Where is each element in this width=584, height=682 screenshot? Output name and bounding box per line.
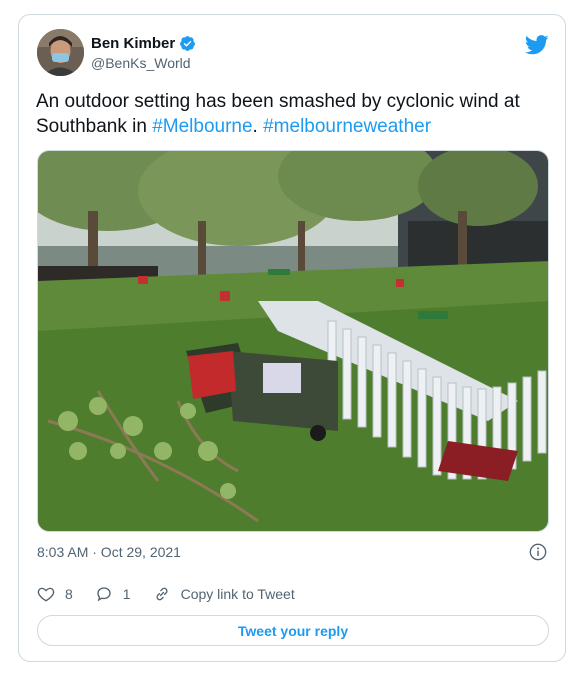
- tweet-timestamp[interactable]: 8:03 AM · Oct 29, 2021: [37, 544, 181, 560]
- link-icon: [156, 587, 168, 601]
- like-count: 8: [65, 586, 73, 602]
- avatar[interactable]: [37, 29, 84, 76]
- like-button[interactable]: 8: [37, 585, 73, 603]
- photo-scene: [38, 151, 548, 531]
- heart-icon: [37, 587, 55, 602]
- tweet-text: An outdoor setting has been smashed by c…: [36, 89, 556, 139]
- tweet-actions: 8 1 Copy link to Tweet: [37, 585, 317, 603]
- author-handle[interactable]: @BenKs_World: [91, 55, 191, 71]
- tweet-your-reply-button[interactable]: Tweet your reply: [37, 615, 549, 646]
- reply-button-label: Tweet your reply: [237, 622, 349, 639]
- info-icon[interactable]: [529, 543, 547, 561]
- author-name[interactable]: Ben Kimber: [91, 35, 175, 52]
- reply-button[interactable]: 1: [95, 585, 131, 603]
- hashtag-melbourne-link[interactable]: #Melbourne: [152, 116, 252, 137]
- twitter-bird-icon[interactable]: [525, 35, 549, 55]
- reply-bubble-icon: [97, 587, 111, 602]
- verified-badge-icon: [180, 36, 196, 51]
- author-name-row[interactable]: Ben Kimber: [91, 35, 196, 52]
- hashtag-melbourneweather-link[interactable]: #melbourneweather: [263, 116, 431, 137]
- reply-count: 1: [122, 586, 131, 602]
- copy-link-label: Copy link to Tweet: [180, 586, 295, 602]
- tweet-photo[interactable]: [37, 150, 549, 532]
- copy-link-button[interactable]: Copy link to Tweet: [153, 585, 295, 603]
- tweet-card: Ben Kimber @BenKs_World An outdoor setti…: [18, 14, 566, 662]
- tweet-text-part: .: [252, 116, 264, 137]
